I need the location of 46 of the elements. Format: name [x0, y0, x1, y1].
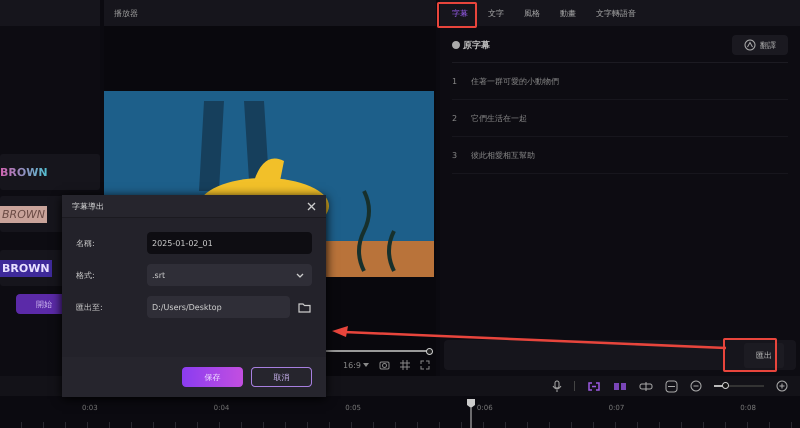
zoom-out-icon[interactable] [690, 380, 702, 392]
name-input-field[interactable]: 2025-01-02_01 [147, 232, 312, 254]
cancel-button[interactable]: 取消 [251, 367, 312, 387]
format-dropdown[interactable]: .srt [147, 264, 312, 286]
fit-width-icon[interactable] [665, 380, 678, 392]
save-button[interactable]: 保存 [182, 367, 243, 387]
grid-icon[interactable] [400, 360, 410, 370]
camera-icon[interactable] [379, 360, 390, 370]
tab[interactable]: 字幕 [444, 4, 476, 22]
microphone-icon[interactable] [552, 380, 562, 392]
path-input-field[interactable]: D:/Users/Desktop [147, 296, 290, 318]
line-number: 1 [452, 76, 458, 86]
style-preview-text: BROWN [0, 166, 48, 178]
close-icon[interactable] [307, 202, 316, 210]
section-title: 原字幕 [463, 39, 490, 52]
export-button[interactable]: 匯出 [744, 342, 784, 368]
link-icon[interactable] [587, 382, 601, 390]
chevron-down-icon [296, 272, 304, 278]
line-number: 2 [452, 114, 458, 122]
subtitle-text[interactable]: 住著一群可愛的小動物們 [471, 76, 560, 86]
text-style-preset[interactable]: BROWN [0, 154, 100, 190]
split-icon[interactable] [639, 382, 653, 390]
field-label: 名稱: [76, 238, 96, 248]
info-icon [452, 41, 460, 49]
highlight-frame [437, 2, 477, 28]
caret-icon[interactable] [363, 363, 369, 367]
highlight-frame [723, 338, 777, 372]
tab[interactable]: 文字 [480, 4, 512, 22]
translate-button[interactable]: 翻譯 [732, 35, 788, 55]
unlink-icon[interactable] [613, 382, 627, 390]
aspect-ratio-dropdown[interactable]: 16:9 [343, 360, 361, 370]
tab[interactable]: 文字轉語音 [588, 4, 644, 22]
tab[interactable]: 風格 [516, 4, 548, 22]
playhead-icon[interactable] [466, 398, 476, 428]
panel-title: 播放器 [114, 8, 138, 18]
field-label: 格式: [76, 270, 96, 280]
line-number: 3 [452, 150, 458, 160]
translate-icon [744, 39, 756, 51]
style-preview-text: BROWN [0, 206, 47, 222]
zoom-in-icon[interactable] [776, 380, 788, 392]
subtitle-text[interactable]: 彼此相愛相互幫助 [471, 150, 536, 160]
folder-icon[interactable] [298, 302, 311, 312]
subtitle-text[interactable]: 它們生活在一起 [471, 112, 528, 124]
fullscreen-icon[interactable] [420, 360, 430, 370]
style-preview-text: BROWN [0, 260, 52, 276]
tab[interactable]: 動畫 [552, 4, 584, 22]
